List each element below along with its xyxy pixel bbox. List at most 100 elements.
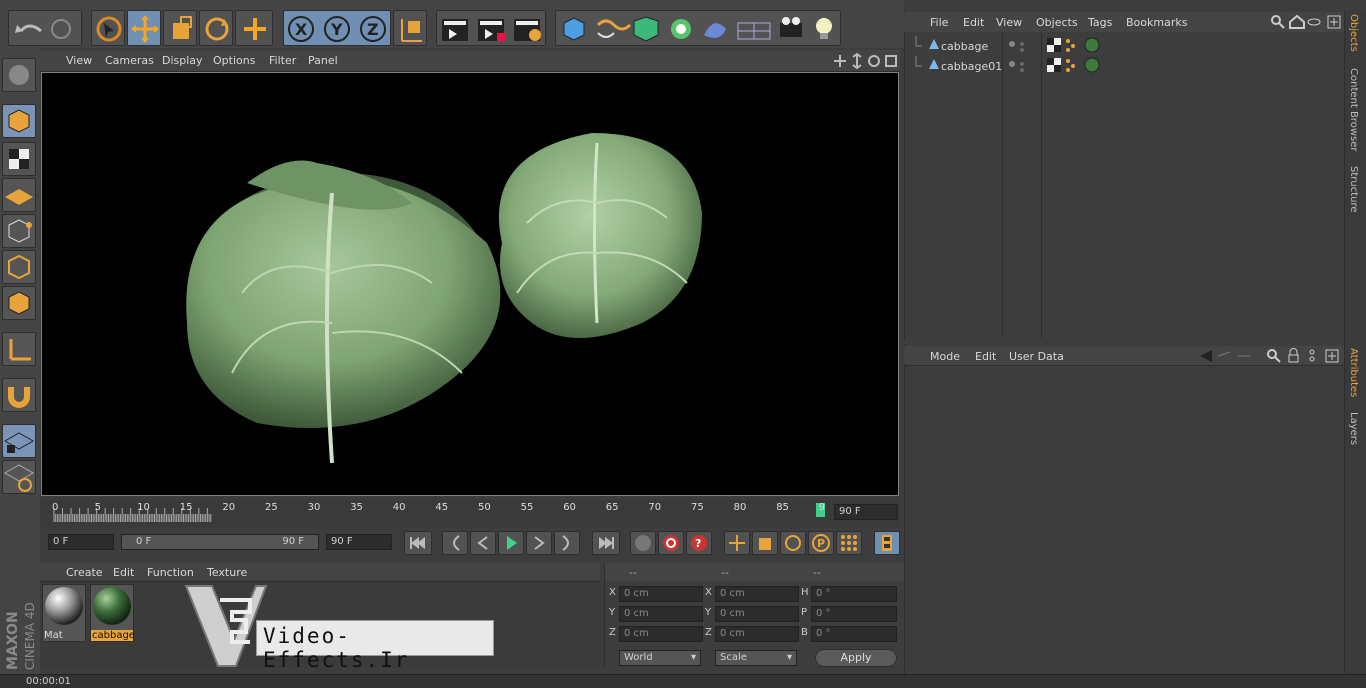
move-tool-button[interactable] [127,10,161,46]
make-editable-button[interactable] [2,58,36,92]
coord-rotation-field[interactable]: 0 ° [811,586,897,602]
obj-menu-file[interactable]: File [930,16,948,29]
coordinate-system-button[interactable] [393,10,427,46]
workplane-mode-button[interactable] [2,178,36,212]
attr-toolbar-icons[interactable] [1198,348,1342,364]
undo-icon[interactable] [9,11,83,47]
xyz-axis-icons[interactable]: X Y Z [284,11,392,47]
polygons-mode-button[interactable] [2,286,36,320]
coord-rotation-field[interactable]: 0 ° [811,626,897,642]
obj-menu-edit[interactable]: Edit [963,16,984,29]
preview-range-slider[interactable]: 0 F 90 F [121,534,319,550]
object-tags-icons[interactable] [1046,37,1104,55]
object-row-cabbage01[interactable]: cabbage01 [906,56,1342,76]
max-frame-field[interactable]: 90 F [326,534,392,550]
obj-menu-tags[interactable]: Tags [1088,16,1112,29]
texture-mode-button[interactable] [2,142,36,176]
svg-text:P: P [817,537,825,550]
mat-menu-edit[interactable]: Edit [113,566,134,579]
material-preview-sphere [45,587,83,625]
svg-text:MAXON: MAXON [5,611,21,670]
tab-attributes[interactable]: Attributes [1348,348,1359,397]
coord-position-field[interactable]: 0 cm [619,606,703,622]
points-mode-button[interactable] [2,214,36,248]
tab-content-browser[interactable]: Content Browser [1348,68,1359,151]
timeline-end-field[interactable]: 90 F [834,504,898,520]
mat-menu-texture[interactable]: Texture [207,566,247,579]
live-selection-tool-button[interactable] [91,10,125,46]
checker-icon [9,149,29,169]
obj-menu-bookmarks[interactable]: Bookmarks [1126,16,1187,29]
menu-panel[interactable]: Panel [308,54,338,67]
attr-menu-edit[interactable]: Edit [975,350,996,363]
snapping-button[interactable] [2,378,36,412]
obj-menu-objects[interactable]: Objects [1036,16,1078,29]
next-key-button[interactable] [554,531,580,555]
coord-axis-label: P [801,607,808,618]
timeline-tick-label: 60 [563,502,576,513]
viewport-navigation-icons[interactable] [832,53,898,69]
previous-frame-button[interactable] [470,531,496,555]
coord-size-field[interactable]: 0 cm [715,586,799,602]
current-frame-field[interactable]: 0 F [48,534,114,550]
timeline-ruler[interactable]: 0 5 10 15 20 25 30 35 40 45 50 55 60 65 70 75 80 85 9 90 F [40,500,900,528]
coord-size-field[interactable]: 0 cm [715,606,799,622]
coordinate-mode-dropdown[interactable]: Scale ▾ [715,650,797,666]
object-create-icons[interactable] [556,11,842,47]
object-tags-icons[interactable] [1046,57,1104,75]
coord-rotation-field[interactable]: 0 ° [811,606,897,622]
key-pla-button[interactable] [836,531,862,555]
planar-workplane-button[interactable] [2,460,36,494]
axis-mode-button[interactable] [2,332,36,366]
model-mode-button[interactable] [2,104,36,138]
key-parameter-button[interactable]: P [808,531,834,555]
object-row-cabbage[interactable]: cabbage [906,36,1342,56]
coord-position-field[interactable]: 0 cm [619,586,703,602]
locked-workplane-button[interactable] [2,424,36,458]
rotate-tool-button[interactable] [199,10,233,46]
timeline-window-button[interactable] [874,531,900,555]
coord-axis-label: B [801,627,808,638]
previous-key-button[interactable] [442,531,468,555]
material-cabbage[interactable]: cabbage [90,584,135,642]
playback-controls: 0 F 0 F 90 F 90 F ? P [40,528,904,560]
goto-end-button[interactable] [592,531,620,555]
key-rotation-button[interactable] [780,531,806,555]
autokey-button[interactable] [658,531,684,555]
coordinate-space-dropdown[interactable]: World ▾ [619,650,701,666]
tab-layers[interactable]: Layers [1348,412,1359,445]
play-button[interactable] [498,531,524,555]
add-tool-button[interactable] [235,10,273,46]
coord-size-field[interactable]: 0 cm [715,626,799,642]
key-position-button[interactable] [724,531,750,555]
menu-display[interactable]: Display [162,54,203,67]
attr-menu-user-data[interactable]: User Data [1009,350,1064,363]
coord-position-field[interactable]: 0 cm [619,626,703,642]
visibility-dots-icon[interactable] [1008,40,1028,52]
mat-menu-function[interactable]: Function [147,566,194,579]
menu-options[interactable]: Options [213,54,255,67]
key-scale-button[interactable] [752,531,778,555]
scale-tool-button[interactable] [163,10,197,46]
obj-menu-view[interactable]: View [996,16,1022,29]
next-frame-button[interactable] [526,531,552,555]
coords-header: -- -- -- [605,562,905,582]
goto-start-button[interactable] [404,531,432,555]
menu-cameras[interactable]: Cameras [105,54,154,67]
perspective-viewport[interactable] [41,72,899,496]
record-active-button[interactable] [630,531,656,555]
keyframe-selection-button[interactable]: ? [686,531,712,555]
mat-menu-create[interactable]: Create [66,566,103,579]
visibility-dots-icon[interactable] [1008,60,1028,72]
obj-toolbar-icons[interactable] [1270,14,1342,30]
tab-objects[interactable]: Objects [1348,14,1359,52]
edges-mode-button[interactable] [2,250,36,284]
render-icons[interactable] [437,11,547,47]
material-mat[interactable]: Mat [42,584,86,642]
apply-button[interactable]: Apply [815,649,897,667]
tab-structure[interactable]: Structure [1348,166,1359,213]
menu-filter[interactable]: Filter [269,54,296,67]
undo-redo-group [8,10,82,46]
menu-view[interactable]: View [66,54,92,67]
attr-menu-mode[interactable]: Mode [930,350,960,363]
